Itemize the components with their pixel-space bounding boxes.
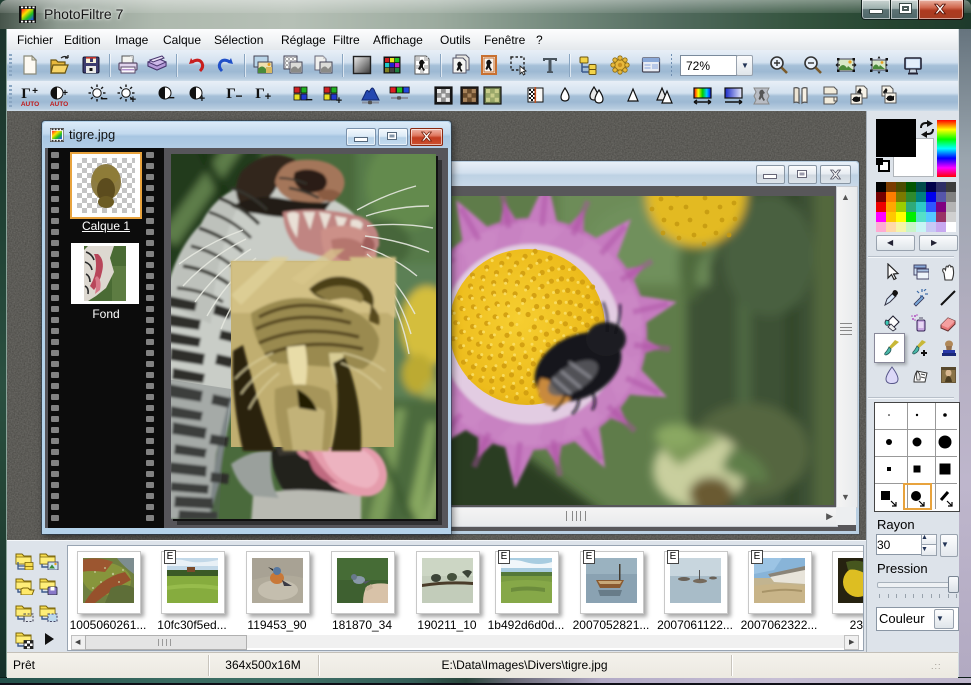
svg-text:−: − bbox=[100, 91, 108, 106]
svg-text:+: + bbox=[336, 95, 342, 107]
svg-text:+: + bbox=[130, 94, 136, 106]
svg-text:−: − bbox=[235, 89, 242, 103]
svg-text:Γ: Γ bbox=[226, 86, 236, 102]
svg-text:Γ: Γ bbox=[255, 86, 265, 102]
svg-text:AUTO: AUTO bbox=[50, 101, 68, 108]
svg-text:Γ: Γ bbox=[21, 86, 31, 102]
svg-text:+: + bbox=[62, 88, 68, 99]
svg-text:−: − bbox=[305, 92, 313, 107]
svg-text:+: + bbox=[32, 86, 38, 97]
svg-text:+: + bbox=[199, 93, 205, 105]
svg-text:−: − bbox=[167, 90, 175, 105]
svg-text:+: + bbox=[265, 91, 271, 103]
svg-text:AUTO: AUTO bbox=[21, 101, 39, 108]
